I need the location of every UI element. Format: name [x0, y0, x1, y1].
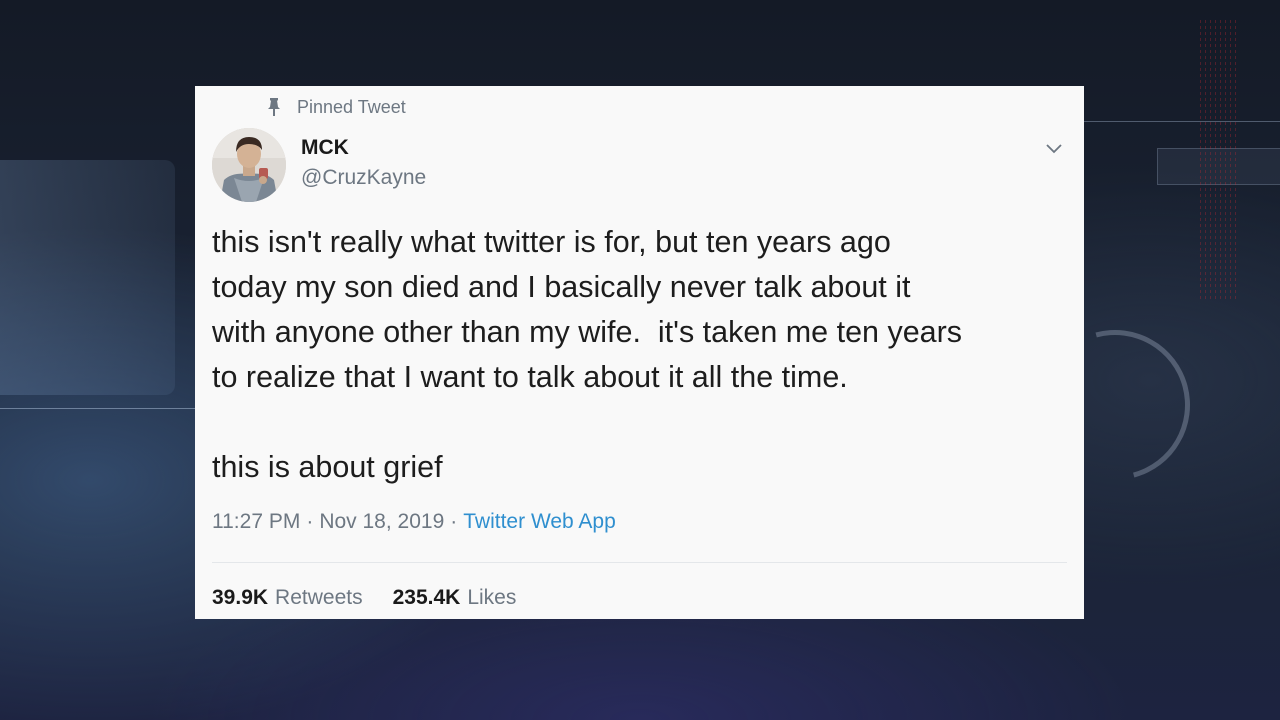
- tweet-stats: 39.9K Retweets 235.4K Likes: [212, 586, 546, 610]
- author-handle[interactable]: @CruzKayne: [301, 166, 426, 190]
- likes-stat[interactable]: 235.4K Likes: [393, 586, 517, 610]
- tweet-date[interactable]: Nov 18, 2019: [319, 510, 444, 534]
- tweet-card: Pinned Tweet MCK @CruzKayne this isn't r…: [195, 86, 1084, 619]
- background-line: [1084, 121, 1280, 122]
- retweets-stat[interactable]: 39.9K Retweets: [212, 586, 363, 610]
- tweet-meta: 11:27 PM · Nov 18, 2019 · Twitter Web Ap…: [212, 510, 616, 534]
- retweets-label: Retweets: [275, 586, 363, 609]
- chevron-down-icon[interactable]: [1044, 138, 1064, 158]
- tweet-source-link[interactable]: Twitter Web App: [463, 510, 616, 534]
- pinned-label: Pinned Tweet: [297, 96, 406, 117]
- pin-icon: [267, 98, 281, 116]
- meta-separator: ·: [450, 510, 458, 533]
- background-texture: [1200, 20, 1240, 300]
- background-panel: [1157, 148, 1280, 185]
- background-line: [0, 408, 195, 409]
- divider: [212, 562, 1067, 563]
- pinned-indicator: Pinned Tweet: [267, 96, 406, 118]
- tweet-time[interactable]: 11:27 PM: [212, 510, 300, 534]
- author-display-name[interactable]: MCK: [301, 136, 349, 160]
- meta-separator: ·: [306, 510, 314, 533]
- likes-label: Likes: [467, 586, 517, 609]
- retweets-count: 39.9K: [212, 586, 269, 609]
- avatar[interactable]: [212, 128, 286, 202]
- background-panel: [0, 160, 175, 395]
- likes-count: 235.4K: [392, 586, 461, 609]
- tweet-text: this isn't really what twitter is for, b…: [212, 225, 963, 484]
